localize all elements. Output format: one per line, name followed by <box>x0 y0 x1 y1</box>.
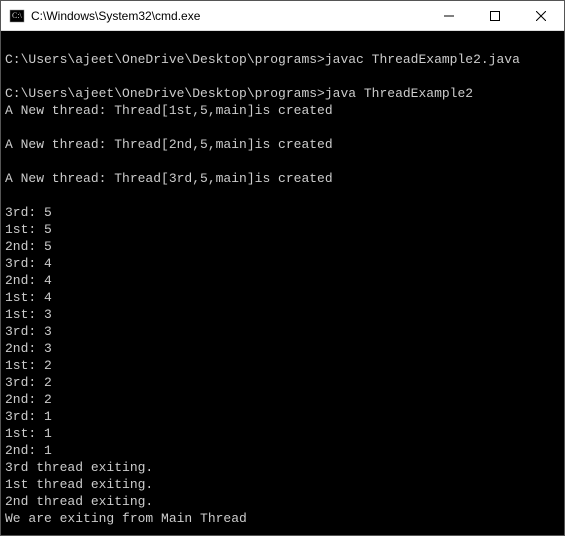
cmd-window: C:\ C:\Windows\System32\cmd.exe C:\Users… <box>0 0 565 536</box>
window-controls <box>426 1 564 30</box>
close-button[interactable] <box>518 1 564 30</box>
minimize-button[interactable] <box>426 1 472 30</box>
terminal-text: C:\Users\ajeet\OneDrive\Desktop\programs… <box>5 52 520 535</box>
terminal-output[interactable]: C:\Users\ajeet\OneDrive\Desktop\programs… <box>1 31 564 535</box>
maximize-button[interactable] <box>472 1 518 30</box>
window-title: C:\Windows\System32\cmd.exe <box>31 9 426 23</box>
titlebar[interactable]: C:\ C:\Windows\System32\cmd.exe <box>1 1 564 31</box>
svg-text:C:\: C:\ <box>12 11 23 20</box>
cmd-icon: C:\ <box>9 8 25 24</box>
